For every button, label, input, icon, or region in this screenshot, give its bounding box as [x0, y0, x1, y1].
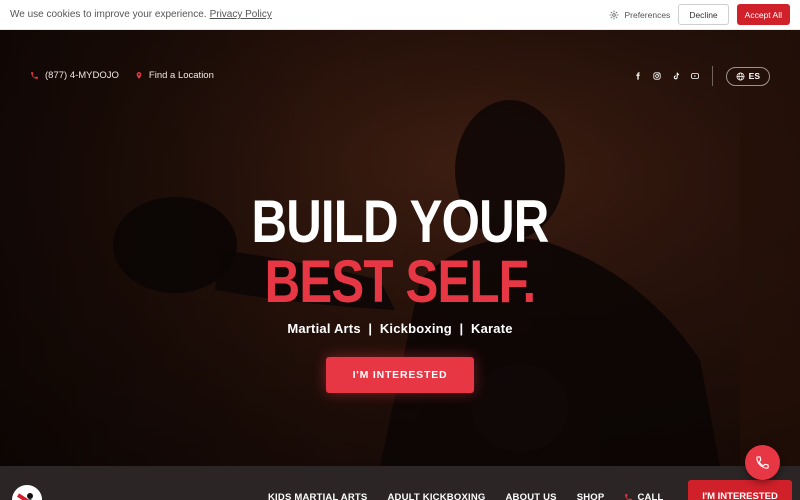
youtube-icon[interactable]	[690, 72, 699, 80]
privacy-policy-link[interactable]: Privacy Policy	[210, 9, 272, 20]
find-location-label: Find a Location	[148, 70, 214, 81]
accept-all-button[interactable]: Accept All	[736, 4, 790, 25]
topbar-divider	[711, 66, 713, 86]
instagram-icon[interactable]	[653, 72, 661, 80]
nav-kids-martial-arts[interactable]: KIDS MARTIAL ARTS	[268, 492, 367, 500]
cookie-consent-bar: We use cookies to improve your experienc…	[0, 0, 800, 30]
hero-headline-line2: BEST SELF.	[264, 248, 536, 315]
phone-icon	[625, 494, 633, 500]
facebook-icon[interactable]	[634, 72, 642, 80]
location-pin-icon	[136, 72, 142, 79]
nav-shop[interactable]: SHOP	[577, 492, 605, 500]
hero-headline-line1: BUILD YOUR	[251, 188, 549, 255]
nav-interested-button[interactable]: I'M INTERESTED	[688, 480, 792, 500]
preferences-label: Preferences	[624, 9, 671, 20]
language-switch-button[interactable]: ES	[725, 66, 770, 86]
hero-section: (877) 4-MYDOJO Find a Location ES BUILD …	[0, 30, 800, 466]
phone-link[interactable]: (877) 4-MYDOJO	[30, 70, 119, 81]
floating-call-button[interactable]	[745, 445, 780, 480]
phone-icon	[31, 72, 38, 79]
preferences-button[interactable]: Preferences	[609, 10, 670, 20]
nav-links: KIDS MARTIAL ARTS ADULT KICKBOXING ABOUT…	[268, 492, 664, 500]
nav-call-link[interactable]: CALL	[624, 492, 663, 500]
nav-about-us[interactable]: ABOUT US	[505, 492, 556, 500]
social-links: ES	[634, 66, 770, 86]
decline-button[interactable]: Decline	[678, 4, 729, 25]
gear-icon	[609, 9, 620, 20]
find-location-link[interactable]: Find a Location	[135, 70, 214, 81]
language-label: ES	[748, 71, 760, 81]
phone-number: (877) 4-MYDOJO	[45, 70, 119, 81]
hero-interested-button[interactable]: I'M INTERESTED	[326, 357, 474, 393]
nav-call-label: CALL	[637, 492, 664, 500]
dojo-logo[interactable]	[10, 483, 44, 500]
cookie-message: We use cookies to improve your experienc…	[10, 9, 207, 20]
martial-arts-logo-icon	[14, 487, 42, 500]
hero-tagline: Martial Arts | Kickboxing | Karate	[287, 321, 513, 336]
globe-icon	[736, 72, 745, 80]
main-navigation: KIDS MARTIAL ARTS ADULT KICKBOXING ABOUT…	[0, 466, 800, 500]
phone-icon	[756, 456, 769, 469]
tiktok-icon[interactable]	[672, 72, 680, 80]
hero-topbar: (877) 4-MYDOJO Find a Location	[30, 70, 214, 81]
nav-adult-kickboxing[interactable]: ADULT KICKBOXING	[387, 492, 485, 500]
cookie-actions: Preferences Decline Accept All	[609, 4, 790, 25]
